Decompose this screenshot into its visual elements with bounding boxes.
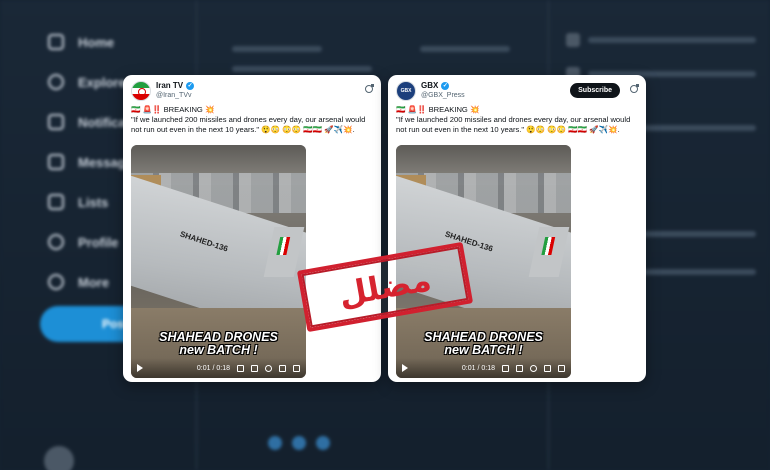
background-app: Home Explore Notifications Messages List… bbox=[0, 0, 770, 470]
sidebar-row bbox=[566, 30, 756, 50]
x-logo-icon[interactable] bbox=[630, 84, 639, 93]
placeholder-dot bbox=[316, 436, 330, 450]
tweet-header: Iran TV ✓ @Iran_TVv bbox=[131, 81, 374, 103]
verified-badge-icon: ✓ bbox=[186, 81, 195, 90]
placeholder-bar bbox=[420, 46, 510, 52]
settings-icon[interactable] bbox=[530, 364, 537, 372]
author-name[interactable]: GBX ✓ bbox=[421, 81, 450, 90]
placeholder-dot bbox=[292, 436, 306, 450]
author-handle[interactable]: @GBX_Press bbox=[421, 92, 465, 99]
video-controls: 0:01 / 0:18 bbox=[396, 358, 571, 378]
nav-profile: Profile bbox=[48, 230, 118, 254]
video-caption: SHAHEAD DRONES new BATCH ! bbox=[424, 330, 543, 357]
author-name[interactable]: Iran TV ✓ bbox=[156, 81, 195, 90]
list-icon bbox=[48, 194, 64, 210]
home-icon bbox=[48, 34, 64, 50]
tweet-card-iran-tv: Iran TV ✓ @Iran_TVv 🇮🇷 🚨‼️ BREAKING 💥 "I… bbox=[123, 75, 381, 382]
video-time: 0:01 / 0:18 bbox=[196, 364, 230, 372]
more-icon bbox=[48, 274, 64, 290]
author-handle[interactable]: @Iran_TVv bbox=[156, 92, 192, 99]
verified-badge-icon: ✓ bbox=[441, 81, 450, 90]
nav-home: Home bbox=[48, 30, 114, 54]
loop-icon[interactable] bbox=[544, 364, 551, 372]
volume-icon[interactable] bbox=[516, 364, 523, 372]
tweet-text: 🇮🇷 🚨‼️ BREAKING 💥 "If we launched 200 mi… bbox=[396, 105, 631, 134]
nav-explore: Explore bbox=[48, 70, 126, 94]
avatar bbox=[44, 446, 74, 470]
play-icon[interactable] bbox=[402, 364, 408, 372]
placeholder-bar bbox=[232, 66, 372, 72]
volume-icon[interactable] bbox=[251, 364, 258, 372]
video-caption: SHAHEAD DRONES new BATCH ! bbox=[159, 330, 278, 357]
avatar[interactable] bbox=[131, 81, 151, 101]
tweet-header: GBX GBX ✓ @GBX_Press Subscribe bbox=[396, 81, 639, 103]
play-icon[interactable] bbox=[137, 364, 143, 372]
nav-lists: Lists bbox=[48, 190, 108, 214]
video-time: 0:01 / 0:18 bbox=[461, 364, 495, 372]
placeholder-bar bbox=[232, 46, 322, 52]
placeholder-dot bbox=[268, 436, 282, 450]
bell-icon bbox=[48, 114, 64, 130]
fullscreen-icon[interactable] bbox=[558, 364, 565, 372]
mail-icon bbox=[48, 154, 64, 170]
search-icon bbox=[48, 74, 64, 90]
fullscreen-icon[interactable] bbox=[293, 364, 300, 372]
nav-more: More bbox=[48, 270, 109, 294]
settings-icon[interactable] bbox=[265, 364, 272, 372]
user-icon bbox=[48, 234, 64, 250]
tweet-text: 🇮🇷 🚨‼️ BREAKING 💥 "If we launched 200 mi… bbox=[131, 105, 366, 134]
loop-icon[interactable] bbox=[279, 364, 286, 372]
x-logo-icon[interactable] bbox=[365, 84, 374, 93]
video-controls: 0:01 / 0:18 bbox=[131, 358, 306, 378]
tweet-card-gbx: GBX GBX ✓ @GBX_Press Subscribe 🇮🇷 🚨‼️ BR… bbox=[388, 75, 646, 382]
captions-icon[interactable] bbox=[237, 364, 244, 372]
video-player[interactable]: SHAHED-136 SHAHEAD DRONES new BATCH ! 0:… bbox=[131, 145, 306, 378]
account-switcher bbox=[44, 446, 74, 470]
captions-icon[interactable] bbox=[502, 364, 509, 372]
avatar[interactable]: GBX bbox=[396, 81, 416, 101]
subscribe-button[interactable]: Subscribe bbox=[570, 83, 620, 98]
